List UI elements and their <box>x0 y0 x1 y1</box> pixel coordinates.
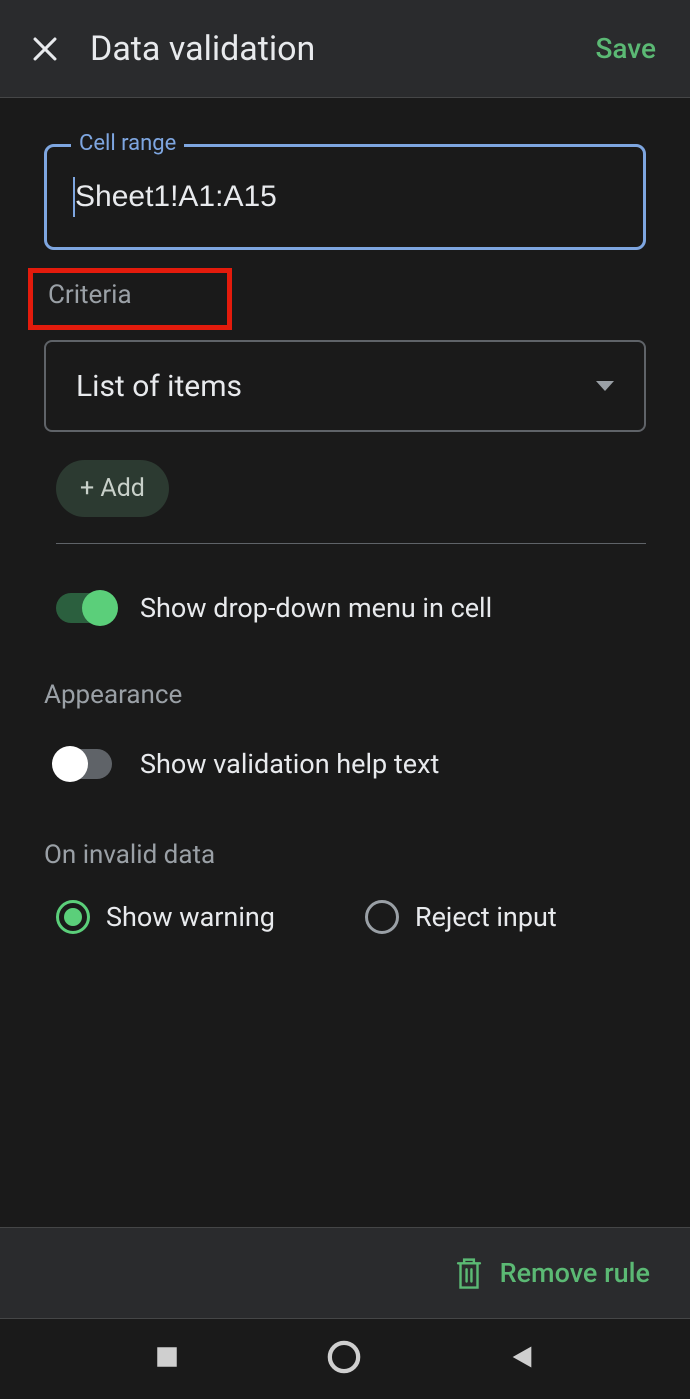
reject-input-label: Reject input <box>415 901 557 933</box>
criteria-dropdown[interactable]: List of items <box>44 340 646 432</box>
appearance-label: Appearance <box>44 680 646 710</box>
close-icon <box>28 32 62 66</box>
nav-back-button[interactable] <box>508 1343 536 1375</box>
show-warning-label: Show warning <box>106 901 275 933</box>
page-title: Data validation <box>90 29 581 69</box>
text-cursor <box>73 177 75 217</box>
footer-bar: Remove rule <box>0 1227 690 1319</box>
show-warning-radio[interactable]: Show warning <box>56 900 275 934</box>
radio-unselected-icon <box>365 900 399 934</box>
divider <box>56 543 646 544</box>
remove-rule-button[interactable]: Remove rule <box>454 1256 650 1290</box>
nav-recent-button[interactable] <box>154 1344 180 1374</box>
help-text-toggle[interactable] <box>56 749 112 779</box>
circle-icon <box>327 1340 361 1374</box>
square-icon <box>154 1344 180 1370</box>
remove-rule-label: Remove rule <box>500 1257 650 1289</box>
trash-icon <box>454 1256 484 1290</box>
criteria-label: Criteria <box>44 280 646 310</box>
save-button[interactable]: Save <box>581 24 670 73</box>
nav-home-button[interactable] <box>327 1340 361 1378</box>
cell-range-input[interactable] <box>47 147 643 247</box>
criteria-section: Criteria <box>44 272 646 318</box>
show-dropdown-toggle[interactable] <box>56 593 112 623</box>
show-dropdown-label: Show drop-down menu in cell <box>140 592 492 624</box>
criteria-selected: List of items <box>76 369 596 404</box>
system-nav-bar <box>0 1319 690 1399</box>
on-invalid-label: On invalid data <box>44 840 646 870</box>
reject-input-radio[interactable]: Reject input <box>365 900 557 934</box>
header-bar: Data validation Save <box>0 0 690 98</box>
help-text-label: Show validation help text <box>140 748 439 780</box>
add-item-button[interactable]: + Add <box>56 460 169 517</box>
cell-range-label: Cell range <box>71 131 184 156</box>
close-button[interactable] <box>20 24 70 74</box>
cell-range-field[interactable]: Cell range <box>44 144 646 250</box>
triangle-back-icon <box>508 1343 536 1371</box>
radio-selected-icon <box>56 900 90 934</box>
content-area: Cell range Criteria List of items + Add … <box>0 98 690 1227</box>
chevron-down-icon <box>596 381 614 391</box>
